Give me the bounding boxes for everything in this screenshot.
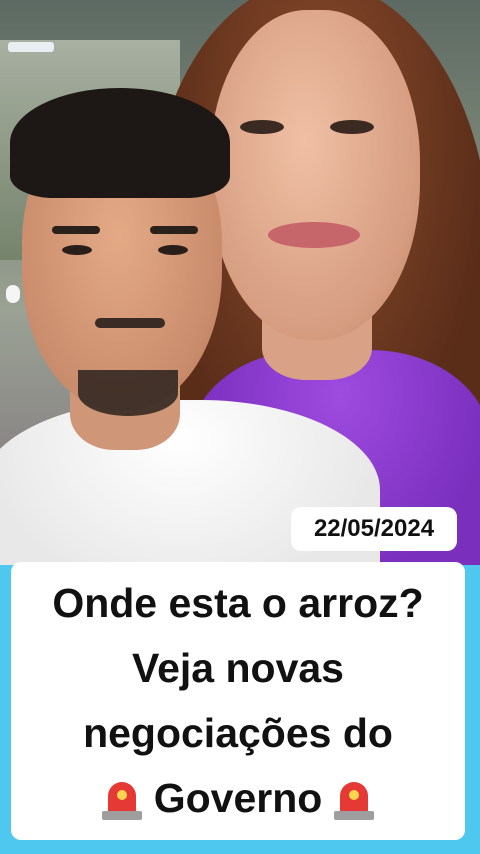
man-left-brow <box>52 226 100 234</box>
earbud-icon <box>6 285 20 303</box>
woman-face <box>210 10 420 340</box>
man-right-brow <box>150 226 198 234</box>
caption-card: Onde esta o arroz? Veja novas negociaçõe… <box>11 562 465 840</box>
short-video-frame: 22/05/2024 Onde esta o arroz? Veja novas… <box>0 0 480 854</box>
siren-icon <box>332 778 376 824</box>
caption-line-4: Governo <box>90 766 387 831</box>
caption-line-3: negociações do <box>83 710 393 756</box>
man-hair <box>10 88 230 198</box>
man-beard <box>78 370 178 416</box>
caption-governo: Governo <box>153 775 323 821</box>
date-badge: 22/05/2024 <box>291 507 457 551</box>
caption-line-1: Onde esta o arroz? <box>52 580 424 626</box>
caption-line-2: Veja novas <box>132 645 344 691</box>
man-left-eye <box>62 245 92 255</box>
woman-lips <box>268 222 360 248</box>
woman-left-eye <box>240 120 284 134</box>
woman-right-eye <box>330 120 374 134</box>
man-mustache <box>95 318 165 328</box>
ceiling-lamp <box>8 42 54 52</box>
man-right-eye <box>158 245 188 255</box>
siren-icon <box>100 778 144 824</box>
video-player[interactable]: 22/05/2024 <box>0 0 480 565</box>
